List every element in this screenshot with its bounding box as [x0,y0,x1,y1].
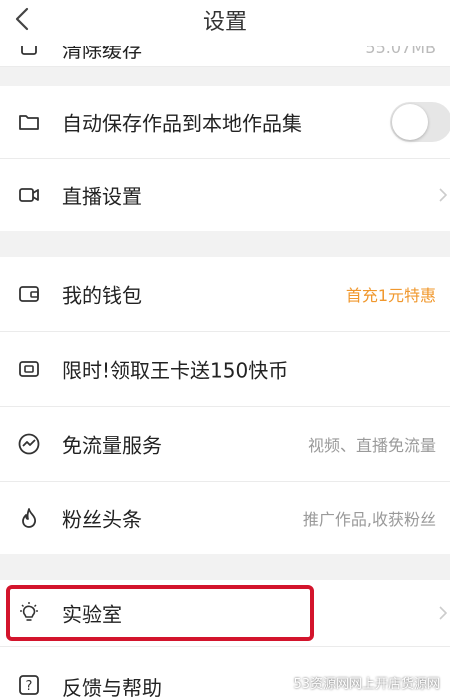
fan-headline-desc: 推广作品,收获粉丝 [302,510,436,529]
auto-save-label: 自动保存作品到本地作品集 [62,111,302,136]
auto-save-row[interactable]: 自动保存作品到本地作品集 [0,86,450,158]
wallet-icon [19,286,39,302]
free-data-row[interactable]: 免流量服务 视频、直播免流量 [0,407,450,481]
chevron-right-icon [439,188,448,202]
clear-cache-row[interactable]: 清除缓存 55.07MB [0,46,450,66]
king-card-row[interactable]: 限时!领取王卡送150快币 [0,332,450,406]
folder-icon [19,115,39,130]
cache-size: 55.07MB [365,46,436,57]
toggle-knob [392,104,428,140]
fan-headline-row[interactable]: 粉丝头条 推广作品,收获粉丝 [0,482,450,554]
wallet-promo: 首充1元特惠 [345,286,436,305]
free-data-desc: 视频、直播免流量 [307,436,436,455]
trash-icon [21,46,37,55]
chevron-right-icon [439,606,448,620]
lab-highlight-box [6,585,314,641]
wallet-row[interactable]: 我的钱包 首充1元特惠 [0,257,450,331]
flame-icon [22,508,36,528]
header-bar: 设置 [0,0,450,46]
sim-card-icon [19,361,39,377]
live-settings-label: 直播设置 [62,184,142,209]
watermark-text: 53资源网网上开店货源网 [293,676,440,692]
watermark-logo-icon [267,671,290,693]
svg-text:?: ? [26,679,33,694]
watermark: 53资源网网上开店货源网 [267,671,440,693]
feedback-label: 反馈与帮助 [62,676,162,699]
free-data-label: 免流量服务 [62,433,162,458]
live-settings-row[interactable]: 直播设置 [0,159,450,231]
clear-cache-label: 清除缓存 [62,46,142,62]
fan-headline-label: 粉丝头条 [62,507,142,532]
auto-save-toggle[interactable] [390,102,450,142]
help-question-icon: ? [19,675,39,695]
wallet-label: 我的钱包 [62,283,142,308]
divider [0,66,450,67]
video-camera-icon [19,188,39,202]
king-card-label: 限时!领取王卡送150快币 [62,358,289,383]
traffic-wave-icon [18,433,40,455]
page-title: 设置 [202,10,247,35]
